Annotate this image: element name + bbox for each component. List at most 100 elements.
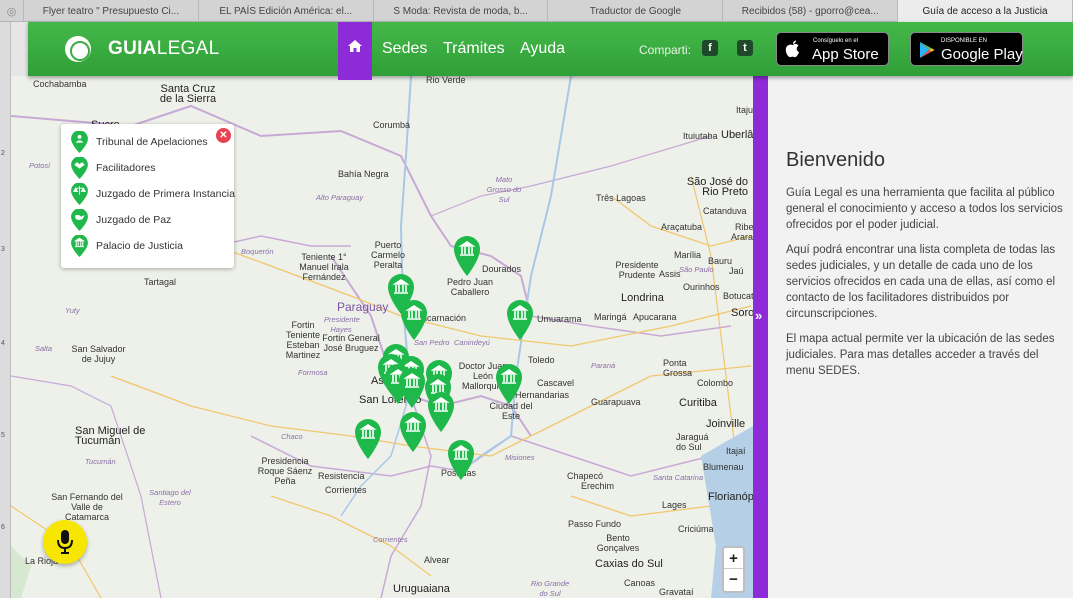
- legend-label: Tribunal de Apelaciones: [96, 136, 208, 148]
- place-label: Uruguaiana: [393, 583, 450, 595]
- place-label: Cascavel: [537, 378, 575, 388]
- place-label: Chapecó: [567, 471, 604, 481]
- expand-icon: »: [755, 308, 763, 323]
- judicial-map[interactable]: Cochabamba Santa Cruz de la Sierra Sucre…: [11, 76, 753, 598]
- tab-overview-icon[interactable]: ◎: [0, 0, 24, 22]
- voice-search-button[interactable]: [43, 520, 87, 564]
- legend-item-tribunal: Tribunal de Apelaciones: [71, 131, 208, 153]
- place-label: São José do Rio Preto: [686, 176, 748, 198]
- ruler-mark: 2: [1, 150, 5, 157]
- google-play-icon: [920, 42, 935, 58]
- legend-item-primera-instancia: Juzgado de Primera Instancia: [71, 183, 235, 205]
- twitter-icon[interactable]: t: [737, 40, 753, 56]
- place-label: Ponta Grossa: [663, 358, 693, 378]
- browser-tab[interactable]: Flyer teatro " Presupuesto Ci...: [24, 0, 199, 22]
- ruler-gutter: 2 3 4 5 6: [0, 22, 11, 598]
- place-label: Colombo: [697, 378, 734, 388]
- facebook-icon[interactable]: f: [702, 40, 718, 56]
- map-marker-palacio-icon[interactable]: [401, 300, 427, 340]
- site-header: GUIALEGAL Sedes Trámites Ayuda Comparti:…: [28, 22, 1073, 80]
- place-label: Alto Paraguay: [316, 193, 364, 202]
- place-label: Potosí: [29, 161, 51, 170]
- place-label: Santa Catarina: [653, 473, 704, 482]
- place-label: Gravataí: [659, 587, 694, 597]
- place-label: Alvear: [424, 555, 450, 565]
- brand-logo[interactable]: GUIALEGAL: [108, 38, 219, 60]
- place-label: Tucumán: [85, 457, 116, 466]
- place-label: Londrina: [621, 292, 664, 304]
- map-marker-palacio-icon[interactable]: [496, 364, 522, 404]
- map-marker-palacio-icon[interactable]: [399, 368, 425, 408]
- place-label: Santiago del Estero: [149, 488, 191, 507]
- map-marker-palacio-icon[interactable]: [428, 392, 454, 432]
- place-label: Uberlândia: [721, 129, 753, 141]
- browser-tab-active[interactable]: Guía de acceso a la Justicia: [898, 0, 1073, 22]
- place-label: Ribeirão Preto: [735, 222, 753, 232]
- place-label: Umuarama: [537, 314, 582, 324]
- place-label: Canindeyú: [454, 338, 490, 347]
- legend-item-facilitadores: Facilitadores: [71, 157, 156, 179]
- place-label: Assis: [659, 269, 681, 279]
- scales-logo-icon[interactable]: [65, 36, 91, 62]
- panel-title: Bienvenido: [786, 149, 885, 171]
- close-legend-icon[interactable]: ✕: [216, 128, 231, 143]
- place-label: San Fernando del Valle de Catamarca: [51, 492, 123, 522]
- nav-tramites[interactable]: Trámites: [443, 40, 505, 58]
- zoom-in-button[interactable]: +: [724, 548, 743, 569]
- legend-label: Facilitadores: [96, 162, 156, 174]
- nav-sedes[interactable]: Sedes: [382, 40, 427, 58]
- map-marker-palacio-icon[interactable]: [400, 412, 426, 452]
- facilitadores-marker-icon: [71, 157, 88, 179]
- place-label: Botucatu: [723, 291, 753, 301]
- place-label: Mato Grosso do Sul: [486, 175, 522, 204]
- microphone-icon: [57, 530, 73, 554]
- place-label: Rio Grande do Sul: [530, 579, 570, 598]
- map-marker-palacio-icon[interactable]: [454, 236, 480, 276]
- place-label: Chaco: [281, 432, 303, 441]
- panel-toggle[interactable]: »: [753, 76, 768, 598]
- dove-marker-icon: [71, 209, 88, 231]
- browser-tab[interactable]: Traductor de Google: [548, 0, 724, 22]
- place-label: Marília: [674, 250, 702, 260]
- share-label: Comparti:: [639, 43, 692, 57]
- nav-ayuda[interactable]: Ayuda: [520, 40, 565, 58]
- google-play-button[interactable]: DISPONIBLE EN Google Play: [910, 32, 1023, 66]
- map-marker-palacio-icon[interactable]: [507, 300, 533, 340]
- place-label: Corumbá: [373, 120, 411, 130]
- place-label: Cochabamba: [33, 79, 87, 89]
- browser-tab[interactable]: Recibidos (58) - gporro@cea...: [723, 0, 899, 22]
- ruler-mark: 5: [1, 432, 5, 439]
- zoom-out-button[interactable]: −: [724, 569, 743, 590]
- browser-tab[interactable]: S Moda: Revista de moda, b...: [374, 0, 549, 22]
- map-marker-palacio-icon[interactable]: [355, 419, 381, 459]
- place-label: Bauru: [708, 256, 733, 266]
- place-label: Fortin General José Bruguez: [322, 333, 380, 353]
- place-label: Tartagal: [144, 277, 177, 287]
- home-button[interactable]: [338, 22, 372, 80]
- place-label: Corrientes: [373, 535, 408, 544]
- place-label: Jaraguá do Sul: [676, 432, 709, 452]
- place-label: Teniente 1° Manuel Irala Fernández: [299, 252, 349, 282]
- legend-item-palacio: Palacio de Justicia: [71, 235, 183, 257]
- place-label: Misiones: [505, 453, 535, 462]
- place-label: Maringá: [594, 312, 627, 322]
- place-label: Passo Fundo: [568, 519, 622, 529]
- place-label: Bahía Negra: [338, 169, 389, 179]
- place-label: Yuty: [65, 306, 80, 315]
- place-label: Presidente Hayes: [324, 315, 360, 334]
- place-label: Joinville: [706, 418, 746, 430]
- place-label: Itajubá: [736, 105, 753, 115]
- legend-label: Juzgado de Paz: [96, 214, 172, 226]
- info-panel: Bienvenido Guía Legal es una herramienta…: [768, 76, 1073, 598]
- map-marker-palacio-icon[interactable]: [448, 440, 474, 480]
- place-label: Boquerón: [241, 247, 274, 256]
- apple-icon: [785, 40, 799, 58]
- browser-tab-strip: ◎ Flyer teatro " Presupuesto Ci... EL PA…: [0, 0, 1073, 22]
- place-label: Presidente Prudente: [615, 260, 659, 280]
- place-label: Criciúma: [678, 524, 714, 534]
- map-legend: ✕ Tribunal de Apelaciones Facilitadores …: [61, 124, 235, 268]
- place-label: Ourinhos: [683, 282, 720, 292]
- browser-tab[interactable]: EL PAÍS Edición América: el...: [199, 0, 374, 22]
- brand-bold: GUIA: [108, 38, 157, 59]
- app-store-button[interactable]: Consíguelo en el App Store: [776, 32, 889, 66]
